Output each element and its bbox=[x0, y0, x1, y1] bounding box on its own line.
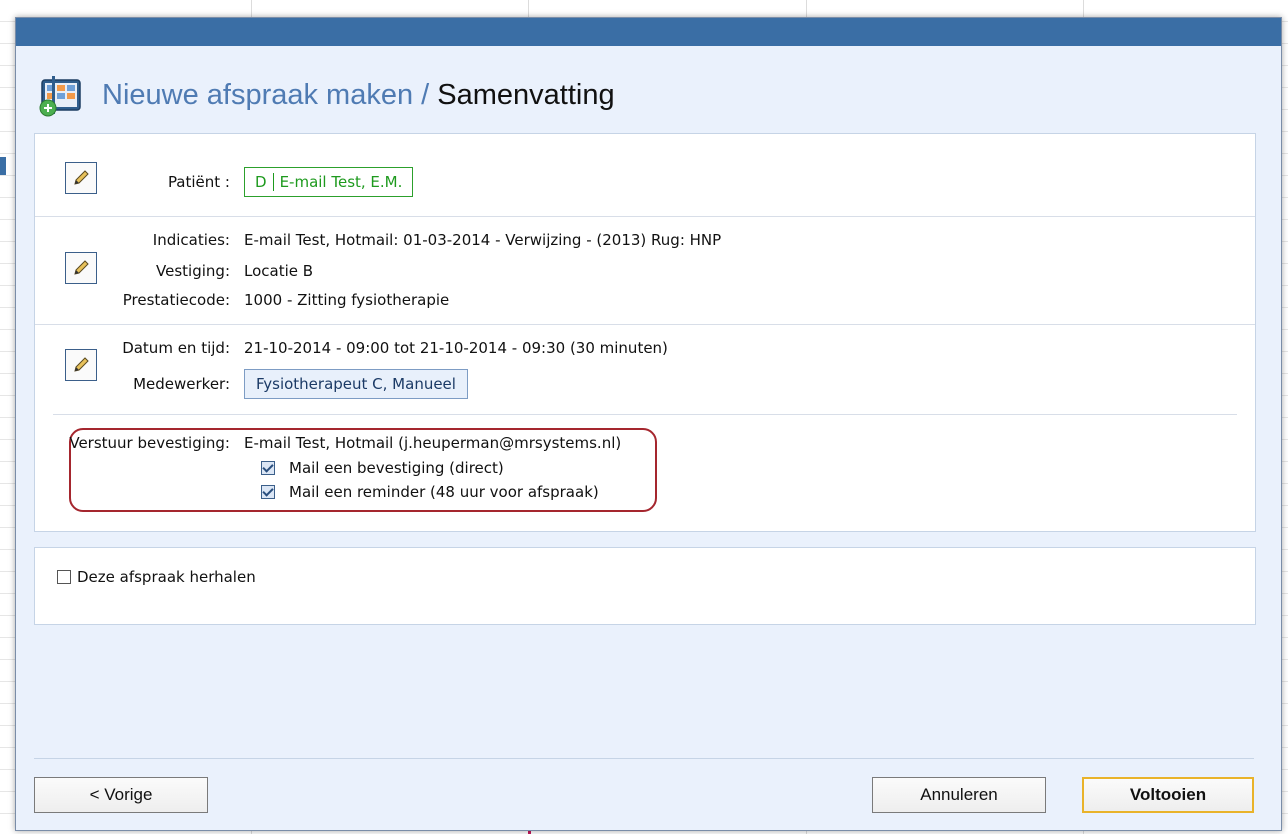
indicaties-value: E-mail Test, Hotmail: 01-03-2014 - Verwi… bbox=[244, 231, 722, 249]
repeat-option[interactable]: Deze afspraak herhalen bbox=[57, 566, 256, 588]
summary-panel: Patiënt : D E-mail Test, E.M. Indicaties… bbox=[34, 133, 1256, 532]
patient-tag[interactable]: D E-mail Test, E.M. bbox=[244, 167, 414, 197]
patient-label: Patiënt : bbox=[167, 173, 230, 191]
section-divider bbox=[35, 216, 1255, 217]
vestiging-row: Vestiging: Locatie B bbox=[35, 260, 313, 282]
vestiging-label: Vestiging: bbox=[156, 262, 230, 280]
prestatiecode-row: Prestatiecode: 1000 - Zitting fysiothera… bbox=[35, 289, 450, 311]
appointment-dialog: Nieuwe afspraak maken / Samenvatting Pat… bbox=[15, 17, 1282, 831]
confirmation-direct-checkbox[interactable] bbox=[261, 461, 275, 475]
confirmation-recipient: E-mail Test, Hotmail (j.heuperman@mrsyst… bbox=[244, 434, 622, 452]
previous-button[interactable]: < Vorige bbox=[34, 777, 208, 813]
section-divider bbox=[35, 324, 1255, 325]
footer-divider bbox=[34, 758, 1254, 759]
datetime-row: Datum en tijd: 21-10-2014 - 09:00 tot 21… bbox=[35, 337, 668, 359]
page-title: Nieuwe afspraak maken bbox=[102, 78, 414, 111]
vestiging-value: Locatie B bbox=[244, 262, 314, 280]
indicaties-label: Indicaties: bbox=[152, 231, 230, 249]
patient-tag-prefix: D bbox=[255, 173, 267, 191]
cancel-button[interactable]: Annuleren bbox=[872, 777, 1046, 813]
title-separator: / bbox=[413, 78, 438, 111]
dialog-header: Nieuwe afspraak maken / Samenvatting bbox=[38, 72, 615, 118]
patient-tag-name: E-mail Test, E.M. bbox=[279, 173, 403, 191]
indicaties-row: Indicaties: E-mail Test, Hotmail: 01-03-… bbox=[35, 229, 721, 251]
repeat-panel: Deze afspraak herhalen bbox=[34, 547, 1256, 625]
section-divider bbox=[53, 414, 1237, 415]
prestatiecode-value: 1000 - Zitting fysiotherapie bbox=[244, 291, 450, 309]
calendar-add-icon bbox=[39, 76, 81, 117]
prestatiecode-label: Prestatiecode: bbox=[122, 291, 230, 309]
confirmation-reminder-option[interactable]: Mail een reminder (48 uur voor afspraak) bbox=[261, 481, 599, 503]
patient-tag-separator bbox=[272, 173, 274, 191]
page-subtitle: Samenvatting bbox=[437, 78, 615, 111]
background-marker bbox=[0, 157, 6, 175]
finish-button[interactable]: Voltooien bbox=[1082, 777, 1254, 813]
confirmation-reminder-label: Mail een reminder (48 uur voor afspraak) bbox=[289, 483, 599, 501]
datetime-value: 21-10-2014 - 09:00 tot 21-10-2014 - 09:3… bbox=[244, 339, 668, 357]
dialog-titlebar[interactable] bbox=[16, 18, 1281, 46]
repeat-label: Deze afspraak herhalen bbox=[77, 568, 256, 586]
confirmation-label: Verstuur bevestiging: bbox=[69, 434, 230, 452]
repeat-checkbox[interactable] bbox=[57, 570, 71, 584]
employee-row: Medewerker: Fysiotherapeut C, Manueel bbox=[35, 369, 468, 399]
patient-row: Patiënt : D E-mail Test, E.M. bbox=[35, 167, 414, 197]
employee-label: Medewerker: bbox=[133, 375, 230, 393]
datetime-label: Datum en tijd: bbox=[122, 339, 230, 357]
confirmation-direct-option[interactable]: Mail een bevestiging (direct) bbox=[261, 457, 504, 479]
confirmation-direct-label: Mail een bevestiging (direct) bbox=[289, 459, 504, 477]
confirmation-reminder-checkbox[interactable] bbox=[261, 485, 275, 499]
employee-tag[interactable]: Fysiotherapeut C, Manueel bbox=[244, 369, 468, 399]
confirmation-row: Verstuur bevestiging: E-mail Test, Hotma… bbox=[35, 432, 621, 454]
